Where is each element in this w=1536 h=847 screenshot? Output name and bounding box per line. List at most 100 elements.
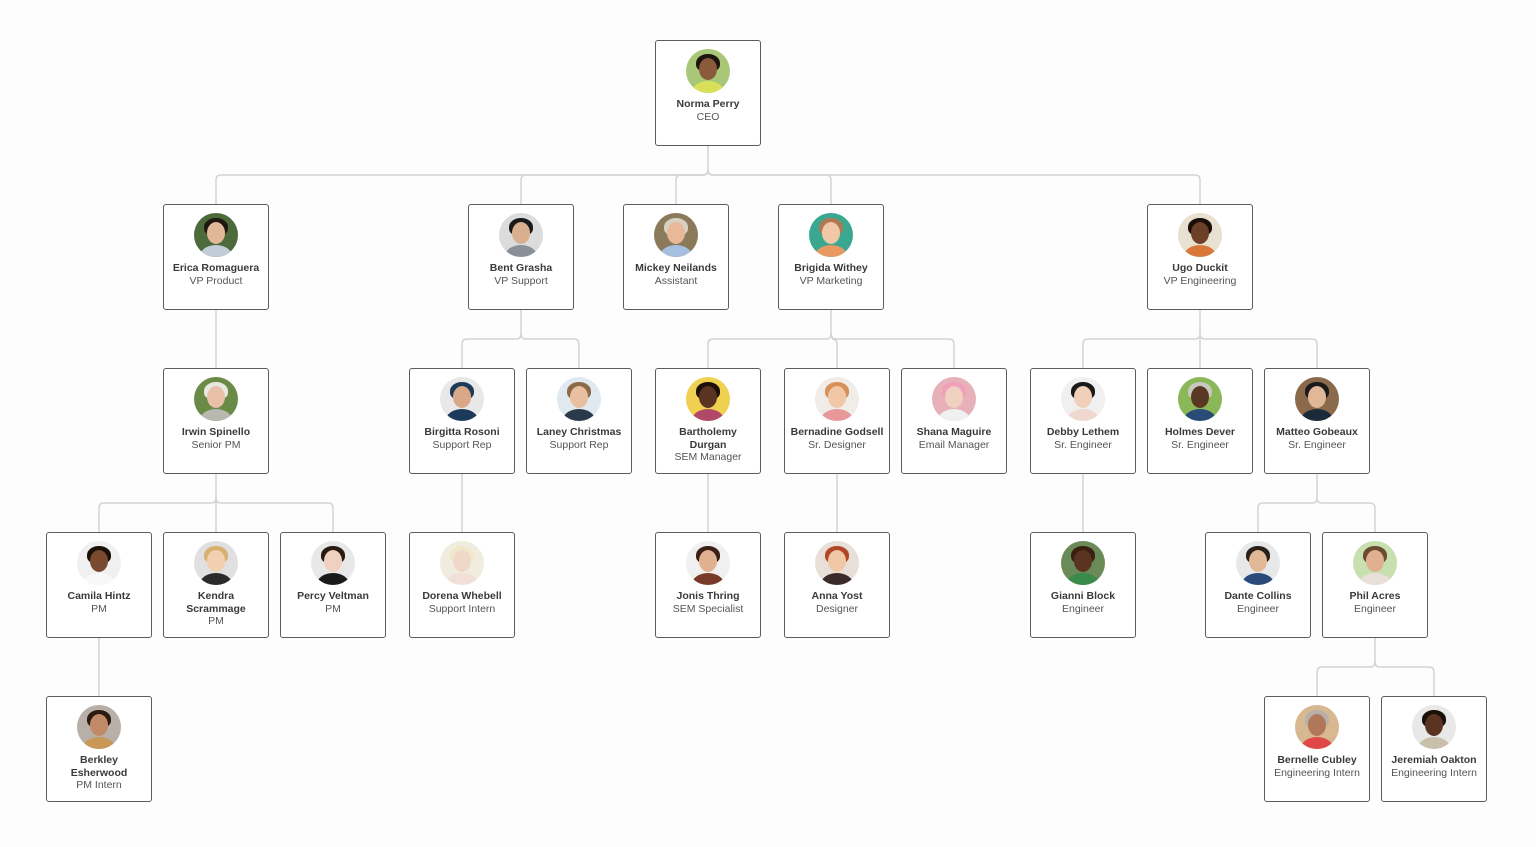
person-card-berkley[interactable]: Berkley Esherwood PM Intern [46, 696, 152, 802]
person-title: Sr. Engineer [1288, 438, 1346, 451]
avatar-photo [686, 377, 730, 421]
avatar-body [83, 573, 115, 585]
connector-norma-ugo [707, 169, 1201, 204]
connector-norma-mickey [675, 169, 709, 204]
person-card-holmes[interactable]: Holmes Dever Sr. Engineer [1147, 368, 1253, 474]
person-card-anna[interactable]: Anna Yost Designer [784, 532, 890, 638]
person-name: Laney Christmas [536, 426, 622, 438]
person-card-kendra[interactable]: Kendra Scrammage PM [163, 532, 269, 638]
avatar-face [324, 550, 342, 572]
avatar-face [699, 386, 717, 408]
avatar-body [446, 573, 478, 585]
person-name: Matteo Gobeaux [1276, 426, 1358, 438]
avatar-face [1191, 222, 1209, 244]
avatar-body [317, 573, 349, 585]
person-card-percy[interactable]: Percy Veltman PM [280, 532, 386, 638]
person-card-brigida[interactable]: Brigida Withey VP Marketing [778, 204, 884, 310]
person-title: PM [325, 602, 341, 615]
connector-bent-birgitta [461, 333, 522, 368]
person-title: Support Rep [549, 438, 609, 451]
person-name: Berkley Esherwood [70, 754, 128, 779]
person-card-irwin[interactable]: Irwin Spinello Senior PM [163, 368, 269, 474]
avatar-photo [1178, 377, 1222, 421]
person-card-ugo[interactable]: Ugo Duckit VP Engineering [1147, 204, 1253, 310]
avatar-face [1308, 386, 1326, 408]
connector-matteo-phil [1316, 497, 1376, 532]
person-name: Mickey Neilands [635, 262, 717, 274]
person-card-gianni[interactable]: Gianni Block Engineer [1030, 532, 1136, 638]
avatar-photo [932, 377, 976, 421]
person-name: Bernadine Godsell [790, 426, 884, 438]
avatar-photo [77, 705, 121, 749]
person-card-mickey[interactable]: Mickey Neilands Assistant [623, 204, 729, 310]
person-card-bent[interactable]: Bent Grasha VP Support [468, 204, 574, 310]
avatar-body [505, 245, 537, 257]
person-title: Designer [815, 602, 859, 615]
avatar-photo [1353, 541, 1397, 585]
avatar-face [570, 386, 588, 408]
avatar-photo [815, 377, 859, 421]
avatar-body [1184, 245, 1216, 257]
person-title: Sr. Engineer [1171, 438, 1229, 451]
person-title: Senior PM [191, 438, 241, 451]
connector-irwin-camila [98, 497, 217, 532]
person-title: SEM Specialist [672, 602, 744, 615]
person-card-jeremiah[interactable]: Jeremiah Oakton Engineering Intern [1381, 696, 1487, 802]
person-title: Engineering Intern [1274, 766, 1360, 779]
avatar-body [83, 737, 115, 749]
avatar-photo [1061, 377, 1105, 421]
person-card-birgitta[interactable]: Birgitta Rosoni Support Rep [409, 368, 515, 474]
person-title: VP Engineering [1163, 274, 1237, 287]
person-title: PM [208, 615, 224, 627]
avatar-face [453, 386, 471, 408]
connector-bent-laney [520, 333, 580, 368]
avatar-body [1067, 573, 1099, 585]
avatar-body [200, 245, 232, 257]
person-title: Sr. Engineer [1054, 438, 1112, 451]
person-card-matteo[interactable]: Matteo Gobeaux Sr. Engineer [1264, 368, 1370, 474]
person-card-debby[interactable]: Debby Lethem Sr. Engineer [1030, 368, 1136, 474]
avatar-photo [1295, 705, 1339, 749]
person-name: Birgitta Rosoni [424, 426, 500, 438]
person-name: Jonis Thring [676, 590, 740, 602]
person-card-bartholemy[interactable]: Bartholemy Durgan SEM Manager [655, 368, 761, 474]
avatar-face [1249, 550, 1267, 572]
avatar-face [1191, 386, 1209, 408]
avatar-photo [311, 541, 355, 585]
avatar-body [821, 573, 853, 585]
person-name: Norma Perry [676, 98, 740, 110]
person-card-jonis[interactable]: Jonis Thring SEM Specialist [655, 532, 761, 638]
avatar-face [1425, 714, 1443, 736]
person-card-erica[interactable]: Erica Romaguera VP Product [163, 204, 269, 310]
person-card-shana[interactable]: Shana Maguire Email Manager [901, 368, 1007, 474]
avatar-photo [815, 541, 859, 585]
org-chart: Norma Perry CEO Erica Romaguera VP Product B… [0, 0, 1536, 847]
avatar-body [1242, 573, 1274, 585]
person-name: Dante Collins [1224, 590, 1292, 602]
person-card-bernadine[interactable]: Bernadine Godsell Sr. Designer [784, 368, 890, 474]
person-name: Anna Yost [811, 590, 863, 602]
avatar-face [1074, 386, 1092, 408]
person-title: Engineering Intern [1391, 766, 1477, 779]
person-card-camila[interactable]: Camila Hintz PM [46, 532, 152, 638]
avatar-body [815, 245, 847, 257]
avatar-body [692, 573, 724, 585]
person-card-dorena[interactable]: Dorena Whebell Support Intern [409, 532, 515, 638]
person-title: Engineer [1061, 602, 1105, 615]
avatar-photo [1295, 377, 1339, 421]
person-card-laney[interactable]: Laney Christmas Support Rep [526, 368, 632, 474]
person-card-dante[interactable]: Dante Collins Engineer [1205, 532, 1311, 638]
person-name: Kendra Scrammage [186, 590, 246, 615]
person-title: VP Product [189, 274, 243, 287]
avatar-body [200, 573, 232, 585]
avatar-photo [194, 213, 238, 257]
avatar-body [446, 409, 478, 421]
person-card-phil[interactable]: Phil Acres Engineer [1322, 532, 1428, 638]
avatar-photo [194, 377, 238, 421]
person-name: Bent Grasha [489, 262, 553, 274]
person-card-norma[interactable]: Norma Perry CEO [655, 40, 761, 146]
person-name: Phil Acres [1349, 590, 1401, 602]
person-card-bernelle[interactable]: Bernelle Cubley Engineering Intern [1264, 696, 1370, 802]
avatar-photo [686, 541, 730, 585]
avatar-photo [809, 213, 853, 257]
